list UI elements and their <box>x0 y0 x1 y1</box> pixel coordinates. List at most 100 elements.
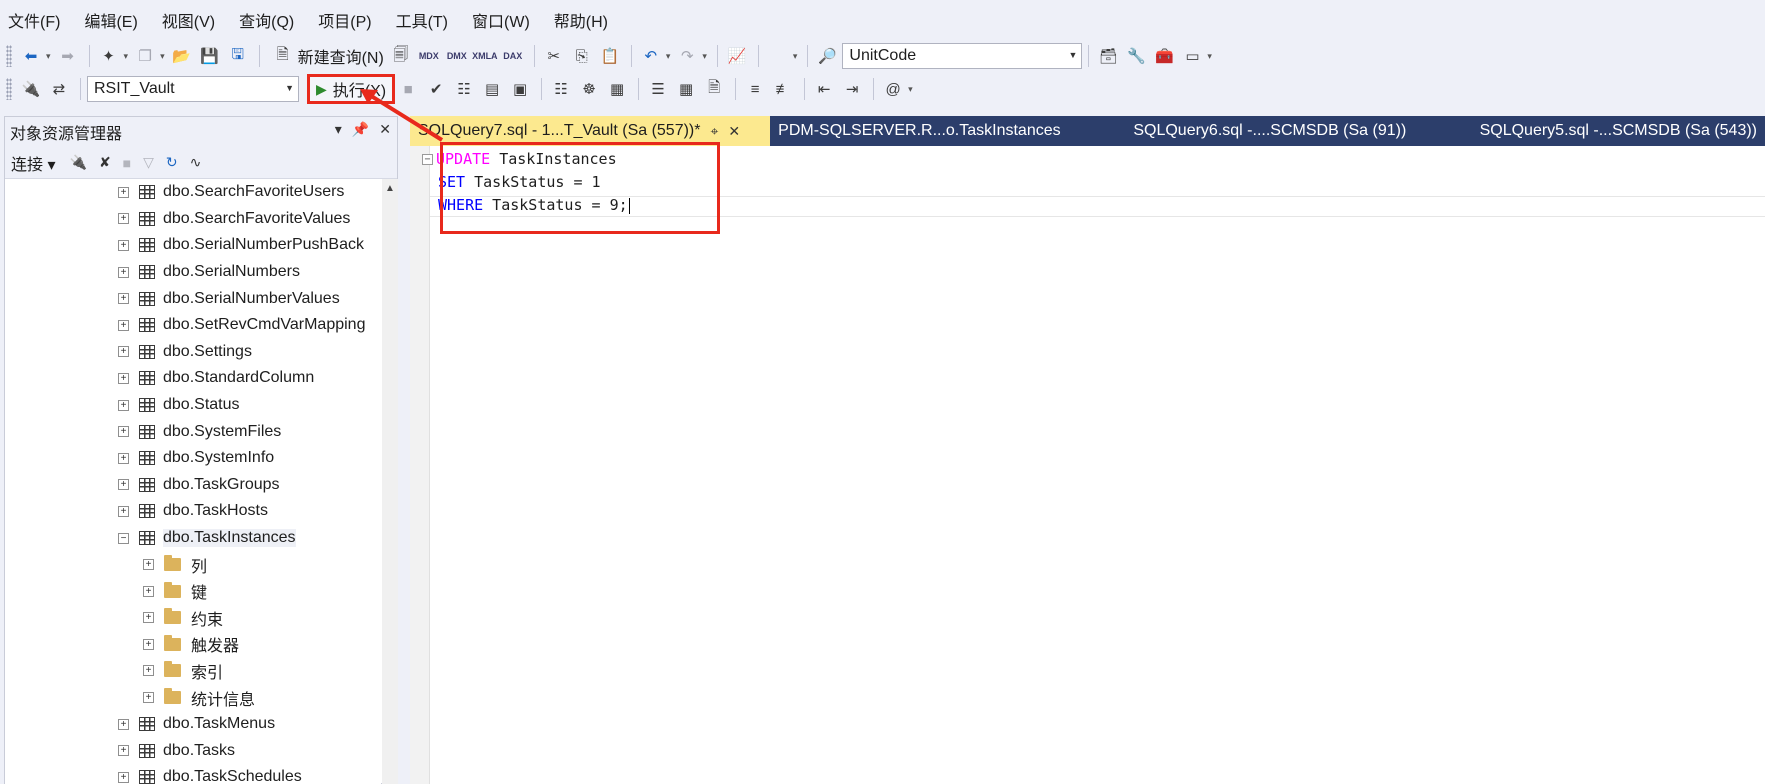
new-project-icon[interactable]: ✦ <box>96 43 122 69</box>
connect-plug-icon[interactable]: 🔌 <box>70 154 87 171</box>
expand-icon[interactable]: + <box>118 293 129 305</box>
cut-icon[interactable]: ✂ <box>541 43 567 69</box>
find-in-files-icon[interactable]: 🔎 <box>814 43 840 69</box>
tree-table-item[interactable]: + dbo.TaskHosts <box>5 498 381 525</box>
expand-icon[interactable]: + <box>118 372 129 384</box>
toolbox-icon[interactable]: 🧰 <box>1151 43 1177 69</box>
save-all-icon[interactable]: 🖫 <box>225 43 251 69</box>
tree-table-item[interactable]: + dbo.Tasks <box>5 737 381 764</box>
expand-icon[interactable]: + <box>118 213 129 225</box>
tree-table-item[interactable]: + dbo.SystemFiles <box>5 418 381 445</box>
connect-icon[interactable]: 🔌 <box>18 76 44 102</box>
toolbar-options-icon[interactable]: ▾ <box>1207 51 1212 62</box>
expand-icon[interactable]: + <box>118 745 129 757</box>
collapse-icon[interactable]: − <box>422 154 433 165</box>
back-dropdown-icon[interactable]: ▾ <box>46 51 51 62</box>
tree-folder-item[interactable]: + 触发器 <box>5 631 381 658</box>
expand-icon[interactable]: + <box>143 665 154 677</box>
refresh-icon[interactable]: ↻ <box>166 154 178 171</box>
tab-sqlquery6[interactable]: SQLQuery6.sql -....SCMSDB (Sa (91)) <box>1125 116 1471 146</box>
tree-table-item[interactable]: + dbo.Status <box>5 392 381 419</box>
panel-menu-icon[interactable]: ▾ <box>335 121 342 138</box>
pin-icon[interactable]: ⌖ <box>710 123 718 140</box>
expand-icon[interactable]: + <box>143 638 154 650</box>
menu-project[interactable]: 项目(P) <box>318 8 371 32</box>
save-icon[interactable]: 💾 <box>197 43 223 69</box>
paste-icon[interactable]: 📋 <box>597 43 623 69</box>
expand-icon[interactable]: + <box>118 319 129 331</box>
xmla-query-icon[interactable]: XMLA <box>472 43 498 69</box>
expand-icon[interactable]: + <box>118 452 129 464</box>
results-to-file-icon[interactable]: 🗎 <box>701 76 727 102</box>
toolbar-options-icon[interactable]: ▾ <box>908 84 913 95</box>
properties-wrench-icon[interactable]: 🔧 <box>1123 43 1149 69</box>
open-file-icon[interactable]: 📂 <box>169 43 195 69</box>
forward-icon[interactable]: ➡ <box>55 43 81 69</box>
increase-indent-icon[interactable]: ⇥ <box>839 76 865 102</box>
database-engine-query-icon[interactable]: 🗐 <box>388 43 414 69</box>
disconnect-icon[interactable]: ✘ <box>99 154 111 171</box>
tree-folder-item[interactable]: + 索引 <box>5 658 381 685</box>
solution-config-dropdown-icon[interactable]: ▾ <box>793 51 798 62</box>
tree-table-item[interactable]: + dbo.Settings <box>5 339 381 366</box>
expand-icon[interactable]: + <box>143 585 154 597</box>
add-item-icon[interactable]: ❐ <box>132 43 158 69</box>
toolbar-grip[interactable] <box>6 78 12 100</box>
code-line-1[interactable]: − UPDATE TaskInstances <box>422 148 630 171</box>
expand-icon[interactable]: + <box>118 718 129 730</box>
scroll-up-icon[interactable]: ▲ <box>385 183 395 194</box>
add-item-dropdown-icon[interactable]: ▾ <box>160 51 165 62</box>
sql-editor[interactable]: − UPDATE TaskInstances SET TaskStatus = 1… <box>410 146 1765 784</box>
tree-table-item[interactable]: + dbo.SearchFavoriteUsers <box>5 179 381 206</box>
tree-folder-item[interactable]: + 统计信息 <box>5 684 381 711</box>
toolbar-grip[interactable] <box>6 45 12 67</box>
collapse-icon[interactable]: − <box>118 532 129 544</box>
copy-icon[interactable]: ⎘ <box>569 43 595 69</box>
expand-icon[interactable]: + <box>118 239 129 251</box>
connect-dropdown[interactable]: 连接 ▾ <box>11 151 56 175</box>
menu-help[interactable]: 帮助(H) <box>554 8 608 32</box>
command-window-icon[interactable]: ▭ <box>1179 43 1205 69</box>
tree-folder-item[interactable]: + 键 <box>5 578 381 605</box>
menu-view[interactable]: 视图(V) <box>162 8 215 32</box>
tree-table-item[interactable]: + dbo.SerialNumberPushBack <box>5 232 381 259</box>
tree-table-item[interactable]: + dbo.TaskSchedules <box>5 764 381 784</box>
estimated-plan-icon[interactable]: ☷ <box>451 76 477 102</box>
new-query-button[interactable]: 🗎 新建查询(N) <box>266 43 388 69</box>
close-icon[interactable]: ✕ <box>728 123 740 140</box>
menu-edit[interactable]: 编辑(E) <box>84 8 137 32</box>
tree-folder-item[interactable]: + 列 <box>5 551 381 578</box>
mdx-query-icon[interactable]: MDX <box>416 43 442 69</box>
new-project-dropdown-icon[interactable]: ▾ <box>124 51 129 62</box>
code-line-2[interactable]: SET TaskStatus = 1 <box>438 171 630 194</box>
dax-query-icon[interactable]: DAX <box>500 43 526 69</box>
menu-query[interactable]: 查询(Q) <box>239 8 294 32</box>
tab-sqlquery5[interactable]: SQLQuery5.sql -...SCMSDB (Sa (543)) <box>1472 116 1765 146</box>
live-statistics-icon[interactable]: ☸ <box>576 76 602 102</box>
stop-icon[interactable]: ■ <box>123 155 131 171</box>
tree-table-item[interactable]: + dbo.TaskGroups <box>5 472 381 499</box>
tree-table-item[interactable]: + dbo.StandardColumn <box>5 365 381 392</box>
uncomment-lines-icon[interactable]: ≢ <box>770 76 796 102</box>
expand-icon[interactable]: + <box>118 771 129 783</box>
expand-icon[interactable]: + <box>118 346 129 358</box>
activity-monitor-icon[interactable]: 📈 <box>724 43 750 69</box>
back-icon[interactable]: ⬅ <box>18 43 44 69</box>
activity-icon[interactable]: ∿ <box>190 154 202 171</box>
tree-table-item[interactable]: + dbo.SearchFavoriteValues <box>5 206 381 233</box>
query-options-icon[interactable]: ▤ <box>479 76 505 102</box>
change-connection-icon[interactable]: ⇄ <box>46 76 72 102</box>
expand-icon[interactable]: + <box>118 266 129 278</box>
expand-icon[interactable]: + <box>118 186 129 198</box>
results-to-text-icon[interactable]: ☰ <box>645 76 671 102</box>
available-databases-select[interactable]: RSIT_Vault ▼ <box>87 76 299 102</box>
tree-table-item[interactable]: + dbo.SetRevCmdVarMapping <box>5 312 381 339</box>
expand-icon[interactable]: + <box>118 399 129 411</box>
specify-template-values-icon[interactable]: @ <box>880 76 906 102</box>
find-combo[interactable]: UnitCode ▼ <box>842 43 1083 69</box>
panel-splitter[interactable] <box>398 116 410 784</box>
filter-icon[interactable]: ▽ <box>143 154 154 171</box>
expand-icon[interactable]: + <box>143 559 154 571</box>
tree-table-item[interactable]: + dbo.TaskMenus <box>5 711 381 738</box>
client-statistics-icon[interactable]: ▦ <box>604 76 630 102</box>
